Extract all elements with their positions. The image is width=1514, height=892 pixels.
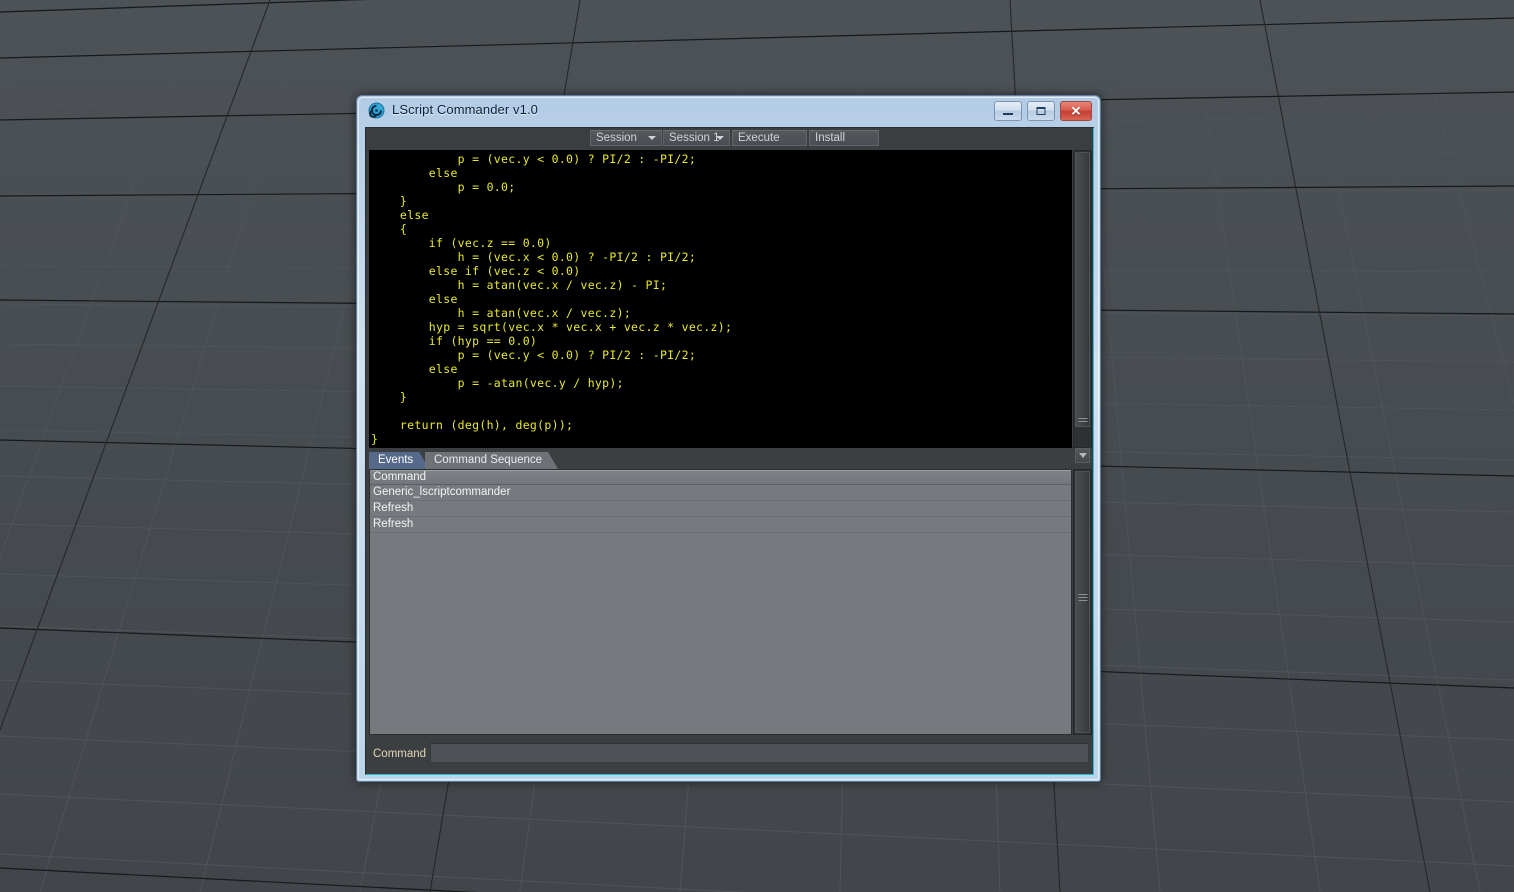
titlebar[interactable]: LScript Commander v1.0 ✕ (357, 96, 1100, 127)
editor-scrollbar[interactable] (1073, 150, 1092, 463)
install-button[interactable]: Install (809, 130, 879, 146)
editor-scrollbar-thumb[interactable] (1075, 152, 1090, 427)
install-button-label: Install (815, 132, 846, 144)
maximize-icon (1036, 107, 1046, 115)
execute-button[interactable]: Execute (732, 130, 807, 146)
minimize-icon (1003, 113, 1013, 115)
client-edge-highlight-right (1093, 128, 1094, 775)
list-scrollbar[interactable] (1073, 469, 1092, 735)
maximize-button[interactable] (1027, 101, 1055, 121)
client-edge-highlight-bottom (366, 774, 1094, 775)
session-select-label: Session 1 (669, 132, 720, 144)
table-row[interactable]: Refresh (370, 501, 1071, 517)
list-column-header-command[interactable]: Command (370, 470, 1071, 485)
execute-button-label: Execute (738, 132, 780, 144)
tab-command-sequence-label: Command Sequence (434, 454, 543, 466)
close-icon: ✕ (1070, 103, 1082, 119)
list-scrollbar-thumb[interactable] (1075, 471, 1090, 733)
row-command-value: Generic_lscriptcommander (373, 486, 511, 498)
scrollbar-grip-icon (1078, 594, 1087, 603)
session-dropdown[interactable]: Session (590, 130, 662, 146)
window-title: LScript Commander v1.0 (392, 102, 538, 117)
session-select[interactable]: Session 1 (663, 130, 730, 146)
editor-scroll-down-button[interactable] (1075, 448, 1090, 463)
tab-bar: Events Command Sequence (367, 452, 1072, 469)
scrollbar-grip-icon (1078, 418, 1087, 424)
lscript-commander-window: LScript Commander v1.0 ✕ Session Session… (356, 95, 1101, 782)
chevron-down-icon (1078, 452, 1087, 458)
command-input[interactable] (430, 743, 1089, 763)
row-command-value: Refresh (373, 518, 414, 530)
chevron-down-icon (648, 136, 656, 140)
window-client-area: Session Session 1 Execute Install p = (v… (365, 127, 1094, 775)
lightwave-spiral-icon (368, 102, 385, 119)
close-button[interactable]: ✕ (1060, 101, 1092, 121)
tab-events-label: Events (378, 454, 414, 466)
script-editor-text: p = (vec.y < 0.0) ? PI/2 : -PI/2; else p… (371, 152, 733, 446)
chevron-down-icon (716, 136, 724, 140)
tab-command-sequence[interactable]: Command Sequence (425, 452, 558, 469)
minimize-button[interactable] (994, 101, 1022, 121)
script-editor[interactable]: p = (vec.y < 0.0) ? PI/2 : -PI/2; else p… (369, 150, 1072, 448)
tab-events[interactable]: Events (369, 452, 429, 469)
command-input-label: Command (373, 748, 427, 760)
session-dropdown-label: Session (596, 132, 637, 144)
table-row[interactable]: Generic_lscriptcommander (370, 485, 1071, 501)
toolbar: Session Session 1 Execute Install (366, 128, 1093, 148)
list-empty-area[interactable] (370, 534, 1071, 734)
row-command-value: Refresh (373, 502, 414, 514)
command-bar: Command (366, 740, 1093, 774)
table-row[interactable]: Refresh (370, 517, 1071, 533)
events-list[interactable]: Command Generic_lscriptcommander Refresh… (369, 469, 1072, 735)
